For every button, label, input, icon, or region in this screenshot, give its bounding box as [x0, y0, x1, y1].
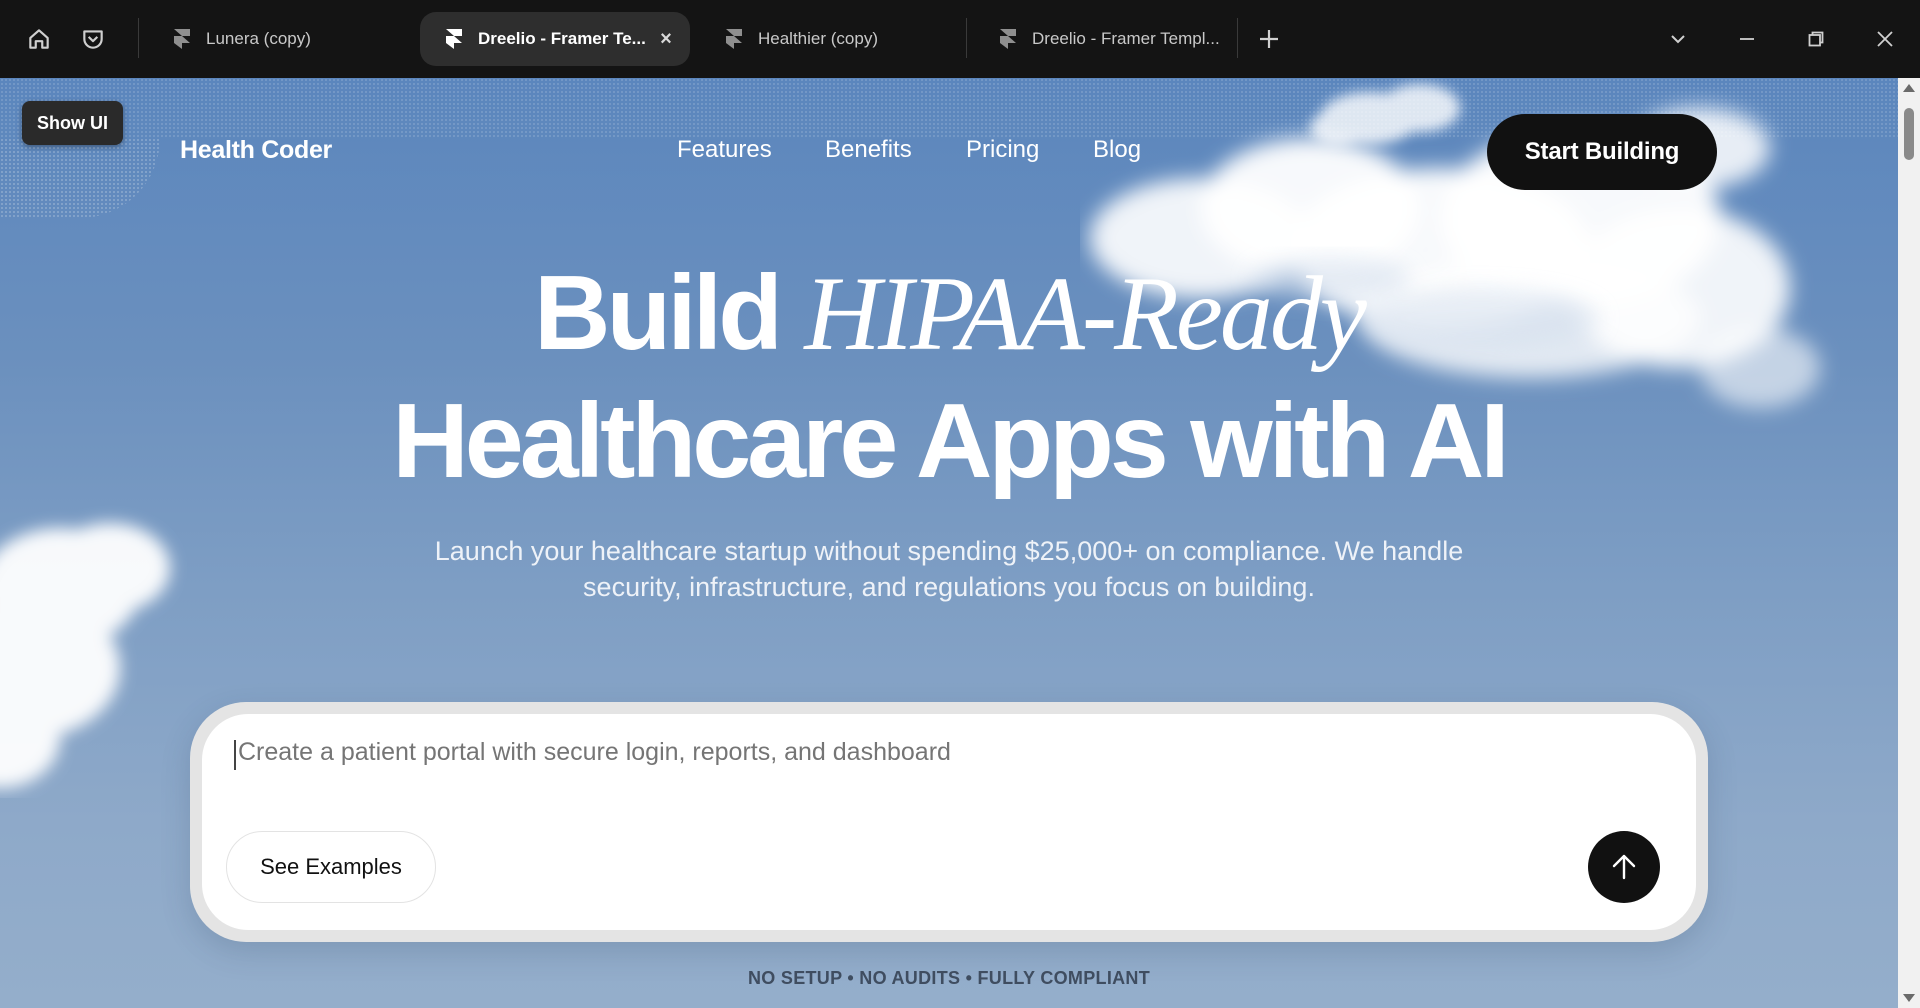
tab-divider [1237, 18, 1238, 58]
nav-link-blog[interactable]: Blog [1093, 136, 1141, 164]
tab-healthier[interactable]: Healthier (copy) [700, 12, 962, 66]
dot-pattern [0, 138, 160, 218]
home-icon[interactable] [21, 21, 57, 57]
tab-dreelio-active[interactable]: Dreelio - Framer Te... × [420, 12, 690, 66]
cloud-image [0, 523, 170, 788]
see-examples-button[interactable]: See Examples [226, 831, 436, 903]
scroll-up-arrow-icon[interactable] [1903, 84, 1915, 92]
page-scrollbar[interactable] [1898, 78, 1920, 1008]
hero-headline-line1: Build HIPAA-Ready [0, 253, 1898, 374]
headline-plain: Build [534, 254, 783, 372]
restore-icon[interactable] [1798, 22, 1834, 56]
framer-icon [174, 29, 190, 49]
tab-divider [966, 18, 967, 58]
page-viewport: Show UI Health Coder Features Benefits P… [0, 78, 1898, 1008]
headline-italic: HIPAA-Ready [804, 255, 1367, 372]
browser-tab-bar: Lunera (copy) Dreelio - Framer Te... × H… [0, 0, 1920, 78]
brand-logo-text[interactable]: Health Coder [180, 136, 332, 165]
tab-label: Dreelio - Framer Templ... [1032, 29, 1220, 48]
framer-icon [446, 29, 462, 49]
send-button[interactable] [1588, 831, 1660, 903]
tab-label: Lunera (copy) [206, 29, 311, 48]
hero-headline-line2: Healthcare Apps with AI [392, 382, 1510, 500]
start-building-button[interactable]: Start Building [1487, 114, 1717, 190]
new-tab-icon[interactable] [1251, 21, 1287, 57]
close-window-icon[interactable] [1867, 22, 1903, 56]
framer-icon [726, 29, 742, 49]
tab-dreelio-template[interactable]: Dreelio - Framer Templ... [974, 12, 1234, 66]
prompt-composer: See Examples [190, 702, 1708, 942]
tab-close-icon[interactable]: × [656, 28, 676, 51]
scrollbar-thumb[interactable] [1904, 108, 1914, 160]
tab-lunera[interactable]: Lunera (copy) [148, 12, 410, 66]
arrow-up-icon [1612, 854, 1636, 880]
framer-icon [1000, 29, 1016, 49]
hero-subheadline: Launch your healthcare startup without s… [434, 536, 1464, 602]
minimize-icon[interactable] [1729, 22, 1765, 56]
tab-label: Dreelio - Framer Te... [478, 29, 646, 48]
nav-link-features[interactable]: Features [677, 136, 772, 164]
tab-label: Healthier (copy) [758, 29, 878, 48]
nav-link-benefits[interactable]: Benefits [825, 136, 912, 164]
compliance-tagline: NO SETUP • NO AUDITS • FULLY COMPLIANT [747, 968, 1151, 988]
scroll-down-arrow-icon[interactable] [1903, 994, 1915, 1002]
nav-link-pricing[interactable]: Pricing [966, 136, 1039, 164]
text-caret [234, 740, 236, 770]
tab-divider [138, 18, 139, 58]
prompt-input[interactable] [238, 738, 1438, 767]
pocket-icon[interactable] [75, 21, 111, 57]
show-ui-button[interactable]: Show UI [22, 101, 123, 145]
prompt-composer-inner: See Examples [202, 714, 1696, 930]
tab-list-chevron-icon[interactable] [1660, 22, 1696, 56]
